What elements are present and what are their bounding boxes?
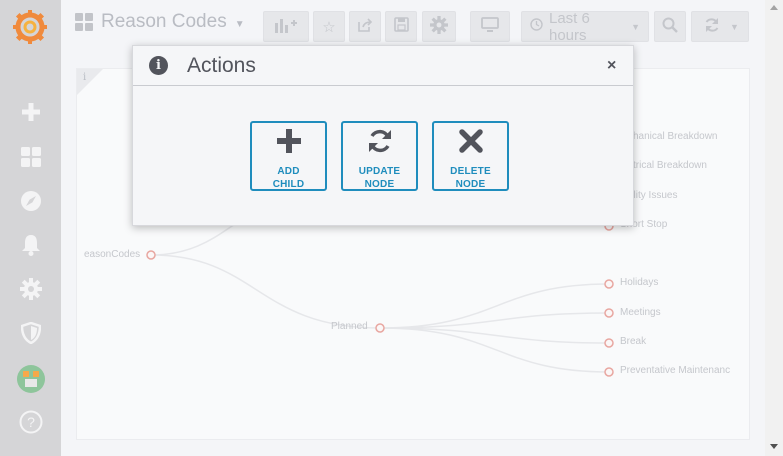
- save-icon: [393, 17, 409, 36]
- refresh-icon: [704, 17, 720, 37]
- tree-label-root[interactable]: easonCodes: [84, 249, 140, 260]
- add-panel-button[interactable]: [263, 11, 309, 42]
- configuration-button[interactable]: [0, 271, 61, 311]
- explore-icon: [20, 190, 42, 217]
- caret-down-icon: ▼: [631, 21, 640, 32]
- tv-mode-button[interactable]: [470, 11, 510, 42]
- bell-icon: [21, 234, 41, 261]
- search-icon: [662, 17, 678, 37]
- tree-label-holidays[interactable]: Holidays: [620, 277, 658, 288]
- shield-icon: [20, 321, 41, 349]
- share-button[interactable]: [349, 11, 381, 42]
- caret-down-icon: ▼: [234, 18, 245, 30]
- plus-icon: [276, 123, 302, 159]
- dashboard-grid-icon: [75, 13, 93, 31]
- star-icon: ☆: [322, 18, 336, 36]
- actions-modal: i Actions × ADD CHILD UPDATE NODE DELETE…: [132, 45, 634, 226]
- star-button[interactable]: ☆: [313, 11, 345, 42]
- sidebar: ?: [0, 0, 61, 456]
- add-child-label: ADD CHILD: [272, 166, 305, 190]
- share-icon: [357, 17, 373, 37]
- tree-node-preventative-maintenance: [604, 367, 614, 377]
- time-picker-button[interactable]: Last 6 hours ▼: [521, 9, 649, 44]
- avatar: [16, 365, 45, 393]
- admin-button[interactable]: [0, 315, 61, 355]
- dashboard-picker[interactable]: Reason Codes ▼: [75, 11, 245, 33]
- plus-icon: [21, 102, 41, 127]
- settings-button[interactable]: [422, 11, 456, 42]
- tree-label-mechanical-breakdown[interactable]: chanical Breakdown: [628, 131, 718, 142]
- zoom-out-button[interactable]: [654, 11, 686, 42]
- tree-node-holidays: [604, 279, 614, 289]
- tree-node-root: [146, 250, 156, 260]
- monitor-icon: [481, 16, 499, 37]
- refresh-button[interactable]: ▼: [691, 11, 749, 42]
- tree-node-meetings: [604, 308, 614, 318]
- tree-node-planned: [375, 323, 385, 333]
- profile-button[interactable]: [0, 359, 61, 399]
- gear-icon: [430, 15, 448, 38]
- tree-label-electrical-breakdown[interactable]: ctrical Breakdown: [628, 160, 707, 171]
- tree-node-break: [604, 338, 614, 348]
- modal-title: Actions: [187, 54, 256, 77]
- refresh-icon: [367, 123, 393, 159]
- create-button[interactable]: [0, 94, 61, 134]
- dashboards-icon: [20, 146, 42, 173]
- update-node-label: UPDATE NODE: [358, 166, 401, 190]
- update-node-button[interactable]: UPDATE NODE: [341, 121, 418, 191]
- tree-nodes: [146, 221, 614, 377]
- help-icon: ?: [19, 410, 43, 439]
- info-icon: i: [149, 56, 168, 75]
- tree-label-meetings[interactable]: Meetings: [620, 307, 661, 318]
- svg-text:?: ?: [27, 414, 35, 430]
- alerting-button[interactable]: [0, 227, 61, 267]
- clock-icon: [530, 18, 543, 35]
- caret-down-icon: ▼: [730, 21, 739, 32]
- help-button[interactable]: ?: [0, 404, 61, 444]
- add-child-button[interactable]: ADD CHILD: [250, 121, 327, 191]
- scroll-down-icon[interactable]: [770, 444, 778, 449]
- explore-button[interactable]: [0, 183, 61, 223]
- scroll-up-icon[interactable]: [770, 5, 778, 10]
- delete-node-label: DELETE NODE: [450, 166, 491, 190]
- page-scrollbar[interactable]: [765, 0, 783, 456]
- tree-edges: [150, 216, 610, 373]
- tree-label-break[interactable]: Break: [620, 336, 646, 347]
- close-button[interactable]: ×: [607, 57, 616, 75]
- grafana-logo-icon[interactable]: [11, 8, 49, 46]
- delete-node-button[interactable]: DELETE NODE: [432, 121, 509, 191]
- add-panel-icon: [274, 17, 298, 37]
- tree-label-quality-issues[interactable]: ality Issues: [628, 190, 677, 201]
- tree-label-preventative-maintenance[interactable]: Preventative Maintenanc: [620, 365, 742, 376]
- gear-icon: [19, 277, 42, 305]
- save-button[interactable]: [385, 11, 417, 42]
- dashboard-title: Reason Codes: [101, 11, 227, 32]
- modal-header: i Actions ×: [133, 46, 633, 86]
- close-icon: [458, 123, 484, 159]
- time-range-label: Last 6 hours: [549, 9, 590, 44]
- dashboards-button[interactable]: [0, 139, 61, 179]
- tree-label-planned[interactable]: Planned: [331, 321, 368, 332]
